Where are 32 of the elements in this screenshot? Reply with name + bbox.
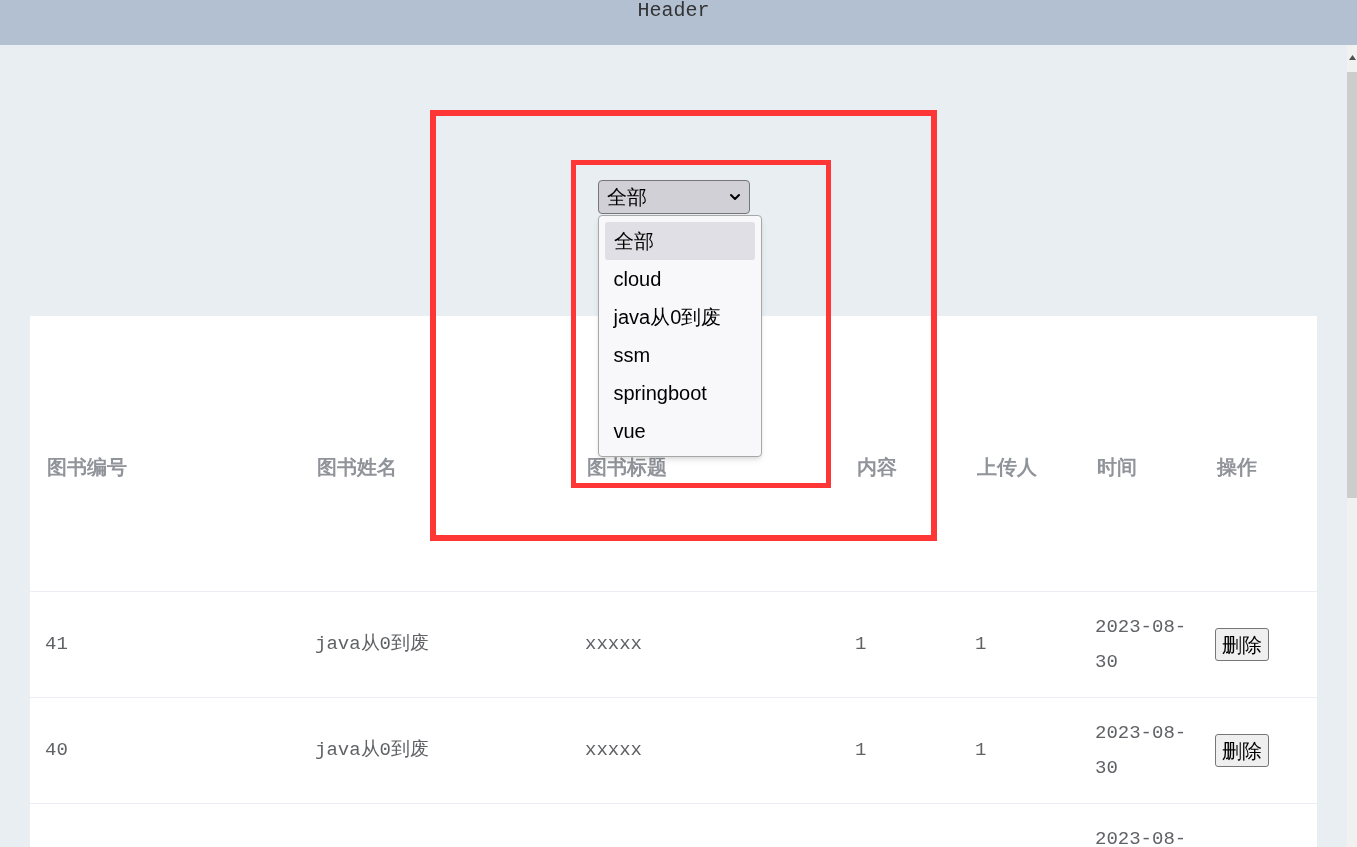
column-header: 图书标题 bbox=[587, 455, 667, 482]
book-title: xxxxx bbox=[585, 632, 642, 658]
uploader-value: 1 bbox=[975, 632, 987, 658]
content-value: 1 bbox=[855, 632, 867, 658]
column-header: 操作 bbox=[1217, 455, 1257, 482]
delete-button[interactable]: 删除 bbox=[1215, 734, 1269, 767]
book-title: xxxxx bbox=[585, 738, 642, 764]
column-header: 上传人 bbox=[977, 455, 1037, 482]
dropdown-option[interactable]: vue bbox=[604, 412, 755, 450]
upload-time: 2023-08-30 bbox=[1095, 720, 1188, 781]
category-select[interactable]: 全部 bbox=[597, 180, 750, 214]
column-header: 图书编号 bbox=[47, 455, 127, 482]
dropdown-option[interactable]: 全部 bbox=[604, 222, 755, 260]
delete-button[interactable]: 删除 bbox=[1215, 628, 1269, 661]
book-id: 41 bbox=[45, 632, 68, 658]
upload-time: 2023-08-30 bbox=[1095, 614, 1188, 675]
scrollbar-thumb[interactable] bbox=[1347, 72, 1357, 498]
upload-time: 2023-08- bbox=[1095, 826, 1187, 847]
column-header: 内容 bbox=[857, 455, 897, 482]
dropdown-option[interactable]: java从0到废 bbox=[604, 298, 755, 336]
book-name: java从0到废 bbox=[315, 632, 429, 658]
header-title: Header bbox=[637, 1, 710, 21]
scroll-up-arrow-icon[interactable] bbox=[1348, 55, 1356, 60]
book-id: 40 bbox=[45, 738, 68, 764]
dropdown-option[interactable]: ssm bbox=[604, 336, 755, 374]
dropdown-option[interactable]: cloud bbox=[604, 260, 755, 298]
content-value: 1 bbox=[855, 738, 867, 764]
book-name: java从0到废 bbox=[315, 738, 429, 764]
uploader-value: 1 bbox=[975, 738, 987, 764]
column-header: 时间 bbox=[1097, 455, 1137, 482]
dropdown-option[interactable]: springboot bbox=[604, 374, 755, 412]
column-header: 图书姓名 bbox=[317, 455, 397, 482]
